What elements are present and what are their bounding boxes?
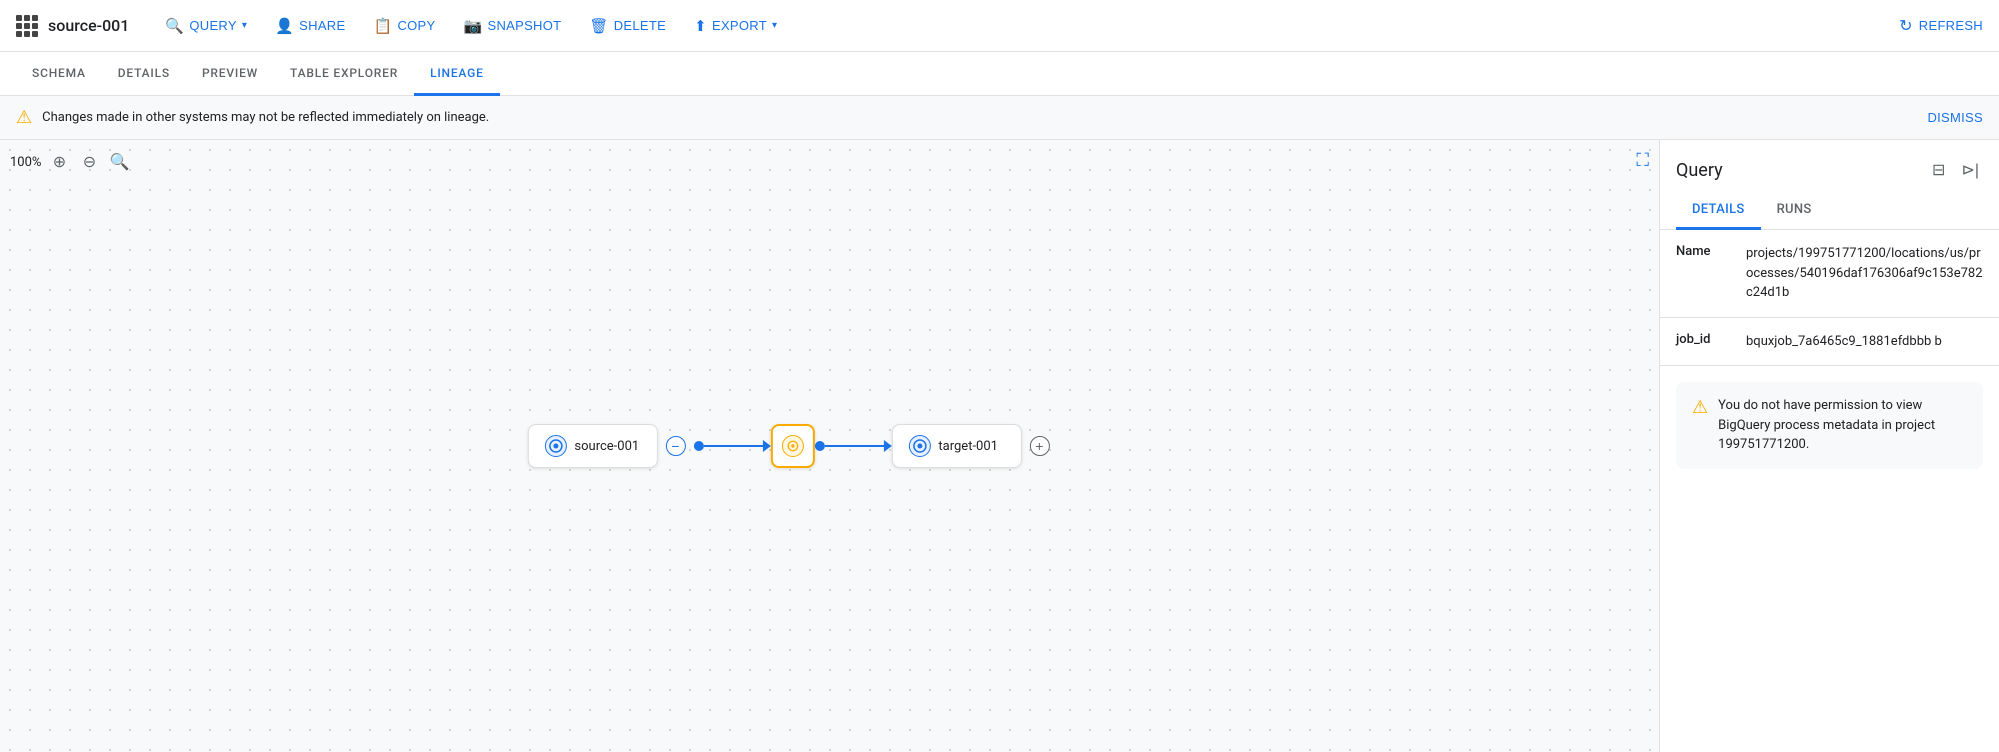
refresh-icon: ↻ [1899, 16, 1913, 36]
target-node-icon [908, 435, 930, 457]
share-button[interactable]: 👤 SHARE [263, 11, 357, 41]
zoom-out-button[interactable]: ⊖ [77, 150, 101, 174]
panel-split-button[interactable]: ⊟ [1928, 156, 1949, 184]
zoom-in-button[interactable]: ⊕ [47, 150, 71, 174]
toolbar: source-001 🔍 QUERY ▾ 👤 SHARE 📋 COPY 📷 SN… [0, 0, 1999, 52]
connector-dot-right [814, 441, 824, 451]
process-node-icon [781, 435, 803, 457]
toolbar-title-section: source-001 [16, 15, 129, 37]
panel-content: Name projects/199751771200/locations/us/… [1660, 230, 1999, 752]
target-node[interactable]: target-001 [891, 424, 1021, 468]
tab-details[interactable]: DETAILS [102, 52, 186, 96]
query-label: QUERY [189, 18, 237, 33]
chevron-down-icon: ▾ [242, 20, 247, 31]
search-icon: 🔍 [165, 17, 184, 35]
panel-row-jobid: job_id bquxjob_7a6465c9_1881efdbbb b [1660, 318, 1999, 367]
panel-icons: ⊟ ⊳| [1928, 156, 1983, 184]
copy-label: COPY [397, 18, 435, 33]
panel-row-key-name: Name [1676, 244, 1746, 259]
source-node[interactable]: source-001 [527, 424, 657, 468]
snapshot-button[interactable]: 📷 SNAPSHOT [451, 11, 573, 41]
split-icon: ⊟ [1932, 162, 1945, 179]
target-expand-button[interactable]: + [1029, 436, 1049, 456]
snapshot-label: SNAPSHOT [487, 18, 561, 33]
delete-button[interactable]: 🗑 DELETE [577, 11, 678, 41]
connector-right [814, 440, 891, 452]
panel-warning-box: ⚠ You do not have permission to view Big… [1676, 382, 1983, 469]
copy-button[interactable]: 📋 COPY [361, 11, 447, 41]
panel-tab-details[interactable]: DETAILS [1676, 192, 1761, 230]
connector-dot-left [693, 441, 703, 451]
expand-button[interactable]: ⛶ [1636, 150, 1649, 171]
delete-icon: 🗑 [589, 17, 608, 35]
zoom-out-icon: ⊖ [83, 152, 96, 172]
panel-row-val-jobid: bquxjob_7a6465c9_1881efdbbb b [1746, 332, 1983, 352]
tab-schema[interactable]: SCHEMA [16, 52, 102, 96]
zoom-level: 100% [10, 155, 41, 170]
warning-banner: ⚠ Changes made in other systems may not … [0, 96, 1999, 140]
tab-table-explorer[interactable]: TABLE EXPLORER [274, 52, 414, 96]
chevron-down-icon-2: ▾ [772, 20, 777, 31]
line-left [703, 445, 763, 447]
zoom-reset-button[interactable]: 🔍 [107, 150, 131, 174]
share-icon: 👤 [275, 17, 294, 35]
connector-left [693, 440, 770, 452]
snapshot-icon: 📷 [463, 17, 482, 35]
panel-title: Query [1676, 160, 1723, 181]
panel-row-name: Name projects/199751771200/locations/us/… [1660, 230, 1999, 318]
export-button[interactable]: ⬆ EXPORT ▾ [682, 11, 789, 41]
line-right [824, 445, 884, 447]
refresh-button[interactable]: ↻ REFRESH [1899, 16, 1983, 36]
tabs-bar: SCHEMA DETAILS PREVIEW TABLE EXPLORER LI… [0, 52, 1999, 96]
tab-lineage[interactable]: LINEAGE [414, 52, 500, 96]
grid-icon [16, 15, 38, 37]
zoom-in-icon: ⊕ [53, 152, 66, 172]
query-button[interactable]: 🔍 QUERY ▾ [153, 11, 259, 41]
panel-close-button[interactable]: ⊳| [1957, 156, 1983, 184]
expand-icon: ⛶ [1636, 150, 1649, 170]
main-area: 100% ⊕ ⊖ 🔍 ⛶ [0, 140, 1999, 752]
zoom-reset-icon: 🔍 [109, 152, 129, 172]
refresh-label: REFRESH [1919, 18, 1983, 33]
warning-text: Changes made in other systems may not be… [42, 110, 489, 125]
target-node-label: target-001 [938, 439, 998, 454]
panel-header: Query ⊟ ⊳| [1660, 140, 1999, 184]
zoom-controls: 100% ⊕ ⊖ 🔍 [10, 150, 131, 174]
source-collapse-button[interactable]: − [665, 436, 685, 456]
close-icon: ⊳| [1961, 162, 1979, 179]
export-icon: ⬆ [694, 17, 707, 35]
process-node[interactable] [770, 424, 814, 468]
copy-icon: 📋 [373, 17, 392, 35]
panel-row-key-jobid: job_id [1676, 332, 1746, 347]
share-label: SHARE [299, 18, 345, 33]
arrow-left [762, 440, 770, 452]
right-panel: Query ⊟ ⊳| DETAILS RUNS Name projects/19 [1659, 140, 1999, 752]
source-node-icon [544, 435, 566, 457]
export-label: EXPORT [712, 18, 767, 33]
page-title: source-001 [48, 16, 129, 35]
dismiss-button[interactable]: DISMISS [1927, 110, 1983, 125]
panel-row-val-name: projects/199751771200/locations/us/proce… [1746, 244, 1983, 303]
panel-tab-runs[interactable]: RUNS [1761, 192, 1828, 230]
panel-warning-text: You do not have permission to view BigQu… [1718, 396, 1967, 455]
warning-icon: ⚠ [16, 107, 32, 128]
panel-warning-icon: ⚠ [1692, 397, 1708, 418]
lineage-canvas[interactable]: 100% ⊕ ⊖ 🔍 ⛶ [0, 140, 1659, 752]
tab-preview[interactable]: PREVIEW [186, 52, 274, 96]
arrow-right [883, 440, 891, 452]
delete-label: DELETE [614, 18, 666, 33]
source-node-label: source-001 [574, 439, 639, 454]
lineage-diagram: source-001 − [527, 424, 1057, 468]
panel-tabs: DETAILS RUNS [1660, 192, 1999, 230]
warning-left: ⚠ Changes made in other systems may not … [16, 107, 489, 128]
